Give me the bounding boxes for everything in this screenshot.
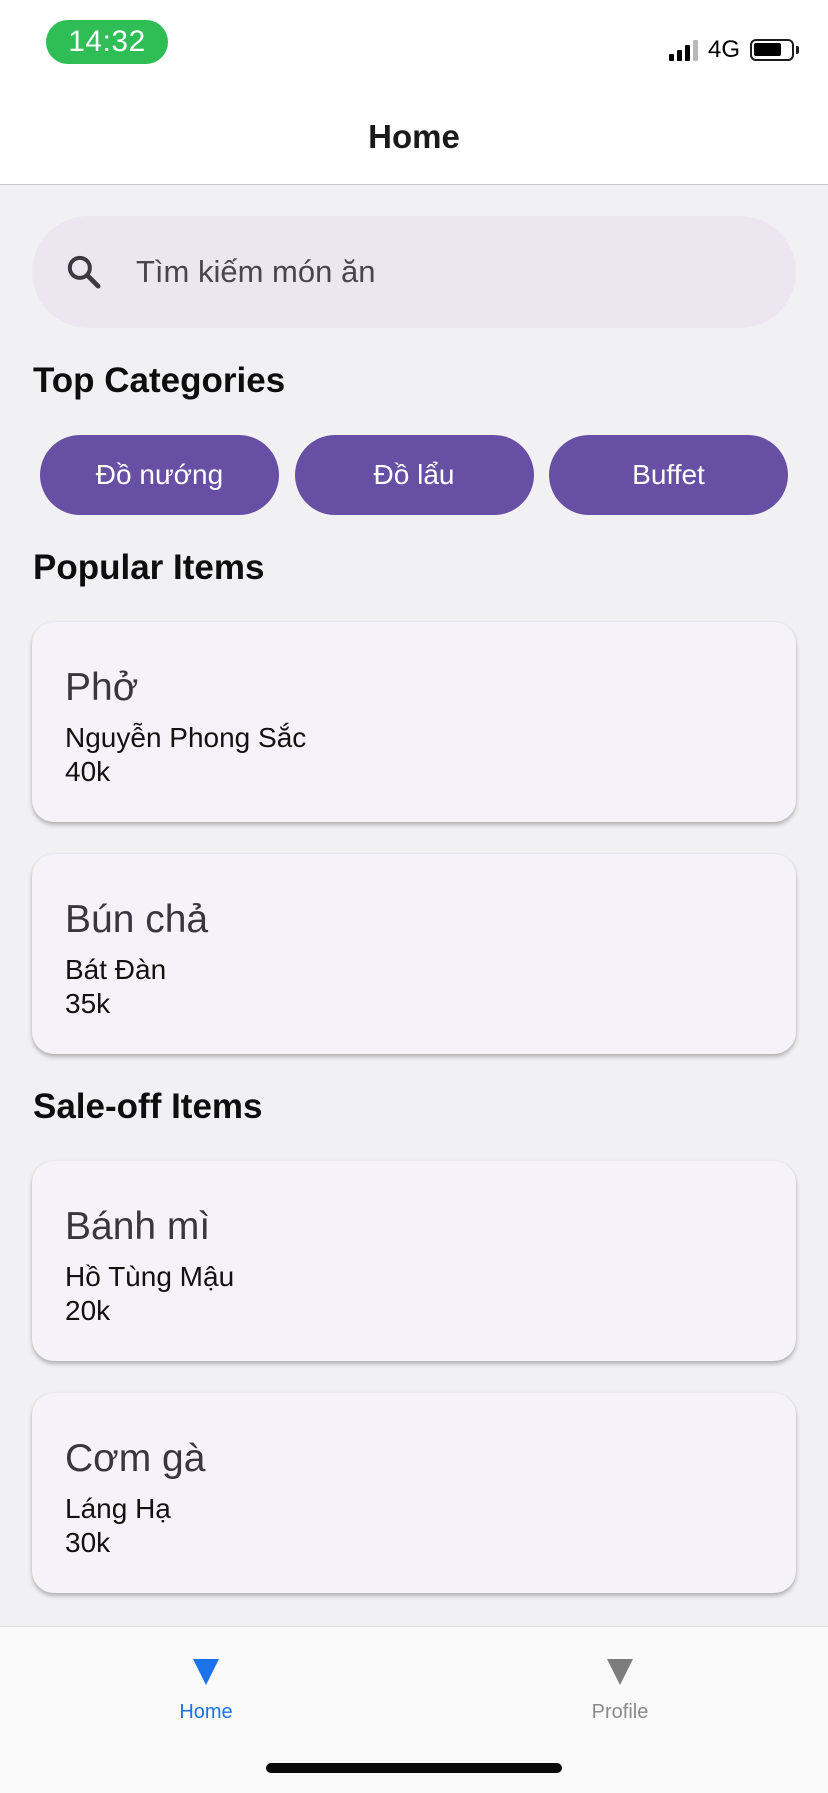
status-time[interactable]: 14:32 [46, 20, 168, 64]
item-price: 20k [65, 1295, 111, 1326]
item-price: 40k [65, 756, 111, 787]
popular-item-card[interactable]: Bún chả Bát Đàn 35k [32, 854, 796, 1054]
category-chip-row: Đồ nướng Đồ lẩu Buffet [40, 435, 788, 515]
section-title-top-categories: Top Categories [33, 361, 286, 400]
item-price: 35k [65, 988, 111, 1019]
category-chip-buffet[interactable]: Buffet [549, 435, 788, 515]
signal-icon [668, 39, 698, 61]
item-location: Bát Đàn [65, 954, 167, 985]
item-location: Láng Hạ [65, 1493, 171, 1524]
search-bar[interactable]: Tìm kiếm món ăn [32, 216, 796, 328]
category-chip-grill[interactable]: Đồ nướng [40, 435, 279, 515]
popular-item-card[interactable]: Phở Nguyễn Phong Sắc 40k [32, 622, 796, 822]
section-title-popular-items: Popular Items [33, 548, 265, 587]
tab-label-home: Home [179, 1701, 233, 1723]
section-title-sale-off-items: Sale-off Items [33, 1087, 263, 1126]
search-input[interactable]: Tìm kiếm món ăn [136, 254, 375, 290]
item-location: Nguyễn Phong Sắc [65, 722, 307, 753]
tab-home[interactable]: Home [106, 1647, 306, 1729]
profile-tab-icon [607, 1659, 633, 1685]
network-type: 4G [707, 36, 740, 63]
page-title: Home [368, 118, 460, 155]
item-name: Bún chả [65, 898, 209, 941]
item-price: 30k [65, 1527, 111, 1558]
tab-label-profile: Profile [591, 1701, 649, 1723]
sale-item-card[interactable]: Cơm gà Láng Hạ 30k [32, 1393, 796, 1593]
tab-profile[interactable]: Profile [520, 1647, 720, 1729]
battery-icon [750, 39, 799, 61]
home-indicator[interactable] [266, 1763, 562, 1773]
item-name: Phở [65, 666, 139, 709]
item-name: Bánh mì [65, 1205, 211, 1248]
status-bar: 14:32 4G [0, 0, 828, 90]
item-location: Hồ Tùng Mậu [65, 1261, 235, 1292]
search-icon [62, 250, 106, 294]
item-name: Cơm gà [65, 1437, 206, 1480]
status-indicators: 4G [668, 36, 799, 64]
app-bar: Home [0, 90, 828, 185]
category-chip-hotpot[interactable]: Đồ lẩu [294, 435, 534, 515]
sale-item-card[interactable]: Bánh mì Hồ Tùng Mậu 20k [32, 1161, 796, 1361]
home-tab-icon [193, 1659, 219, 1685]
